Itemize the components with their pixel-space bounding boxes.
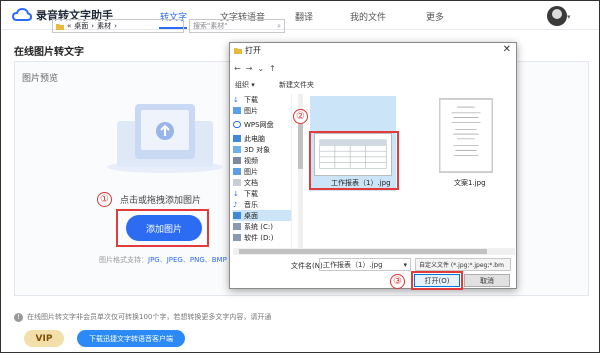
format-png: PNG [189,256,205,264]
step-marker-2: ② [293,109,308,124]
open-button[interactable]: 打开(O) [414,274,460,287]
cube-icon [233,146,241,153]
video-icon [233,157,241,164]
info-icon: ! [14,312,23,322]
back-arrow-icon[interactable]: ← [234,64,241,73]
path-overflow[interactable]: « [67,22,71,30]
file-name-report[interactable]: 工作报表（1）.jpg [331,178,391,188]
download-icon: ↓ [233,190,239,198]
preview-label: 图片预览 [22,74,59,84]
download-icon: ↓ [233,96,239,104]
up-arrow-icon[interactable]: ↑ [269,64,276,73]
dialog-title: 打开 [245,46,261,55]
computer-icon [233,135,241,142]
cloud-logo-icon [12,7,32,21]
tab-more[interactable]: 更多 [426,10,444,23]
recent-chevron-icon[interactable]: ⌄ [257,64,264,73]
drive-icon [233,234,241,241]
download-client-button[interactable]: 下载迅捷文字转语音客户端 [77,330,185,347]
vip-button[interactable]: VIP [24,330,64,347]
tree-item-downloads-2[interactable]: ↓ 下载 [233,188,291,199]
upload-hint: 点击或拖拽添加图片 [120,196,202,206]
formats-prefix: 图片格式支持： [99,256,148,264]
organize-button[interactable]: 组织 ▾ [235,80,255,90]
notice-text: 在线图片转文字非会员单次仅可转换100个字，若想转换更多文字内容，请开通 [27,313,272,321]
step-marker-3: ③ [390,274,405,289]
path-desktop[interactable]: 桌面 [74,21,88,31]
dialog-titlebar[interactable]: 打开 ✕ [230,43,516,58]
format-jpeg: JPEG [166,256,183,264]
supported-formats: 图片格式支持：JPG、JPEG、PNG、BMP [99,256,227,264]
tree-item-desktop[interactable]: 桌面 [233,210,291,221]
folder-icon [56,23,64,30]
picture-icon [233,168,241,175]
drive-icon [233,223,241,230]
search-icon: ⌕ [277,21,281,30]
folder-tree: ↓ 下载 图片 WPS网盘 此电脑 3D 对象 视频 图片 文档 ↓ 下载 ♪ 音乐 … [233,94,292,249]
path-sep: › [114,22,117,30]
avatar[interactable] [547,6,567,26]
search-input[interactable]: 搜索"素材" ⌕ [189,19,285,33]
tab-my-files[interactable]: 我的文件 [350,10,386,23]
new-folder-button[interactable]: 新建文件夹 [279,80,314,90]
format-jpg: JPG [148,256,160,264]
search-placeholder: 搜索"素材" [193,22,228,30]
add-image-button[interactable]: 添加图片 [126,215,202,241]
step-marker-1: ① [97,192,112,207]
tree-item-documents[interactable]: 文档 [233,177,291,188]
page-title: 在线图片转文字 [14,47,84,58]
tree-item-drive-c[interactable]: 系统 (C:) [233,221,291,232]
tree-item-wps-drive[interactable]: WPS网盘 [233,119,291,130]
cancel-button[interactable]: 取消 [464,274,510,287]
tree-item-this-pc[interactable]: 此电脑 [233,133,291,144]
close-icon[interactable]: ✕ [503,44,511,55]
chevron-down-icon[interactable]: ▾ [567,13,571,21]
member-notice: ! 在线图片转文字非会员单次仅可转换100个字，若想转换更多文字内容，请开通 [14,312,271,322]
folder-icon [234,48,242,54]
dialog-toolbar: 组织 ▾ 新建文件夹 [229,78,517,92]
music-icon: ♪ [233,201,238,209]
tree-item-drive-d[interactable]: 软件 (D:) [233,232,291,243]
tab-translate[interactable]: 翻译 [295,10,313,23]
file-area-scrollbar[interactable] [233,248,515,255]
document-icon [233,179,241,186]
tree-item-videos[interactable]: 视频 [233,155,291,166]
chevron-down-icon[interactable]: ▾ [403,261,407,269]
filetype-select[interactable]: 自定义文件 (*.jpg;*.jpeg;*.bm [415,258,511,271]
tree-item-3d-objects[interactable]: 3D 对象 [233,144,291,155]
document-thumbnail-icon[interactable] [439,98,493,173]
format-bmp: BMP [211,256,227,264]
address-bar[interactable]: « 桌面 › 素材 › [52,19,184,33]
tree-item-pictures[interactable]: 图片 [233,105,291,116]
cloud-icon [233,121,241,128]
desktop-icon [233,212,241,219]
filename-input[interactable]: 工作报表（1）.jpg ▾ [319,258,411,271]
scrollbar-thumb[interactable] [239,249,487,254]
tree-item-pictures-2[interactable]: 图片 [233,166,291,177]
filename-value: 工作报表（1）.jpg [323,260,383,269]
forward-arrow-icon[interactable]: → [246,64,253,73]
picture-icon [233,107,241,114]
filetype-value: 自定义文件 (*.jpg;*.jpeg;*.bm [419,262,504,269]
tree-item-music[interactable]: ♪ 音乐 [233,199,291,210]
upload-illustration-icon [107,104,223,173]
tree-item-downloads[interactable]: ↓ 下载 [233,94,291,105]
app-window: 录音转文字助手 转文字 文字转语音 翻译 我的文件 更多 ▾ 在线图片转文字 图… [0,0,600,353]
path-materials[interactable]: 素材 [97,21,111,31]
file-name-copy[interactable]: 文案1.jpg [454,178,486,188]
nav-arrows: ← → ⌄ ↑ [234,61,276,75]
path-sep: › [91,22,95,30]
